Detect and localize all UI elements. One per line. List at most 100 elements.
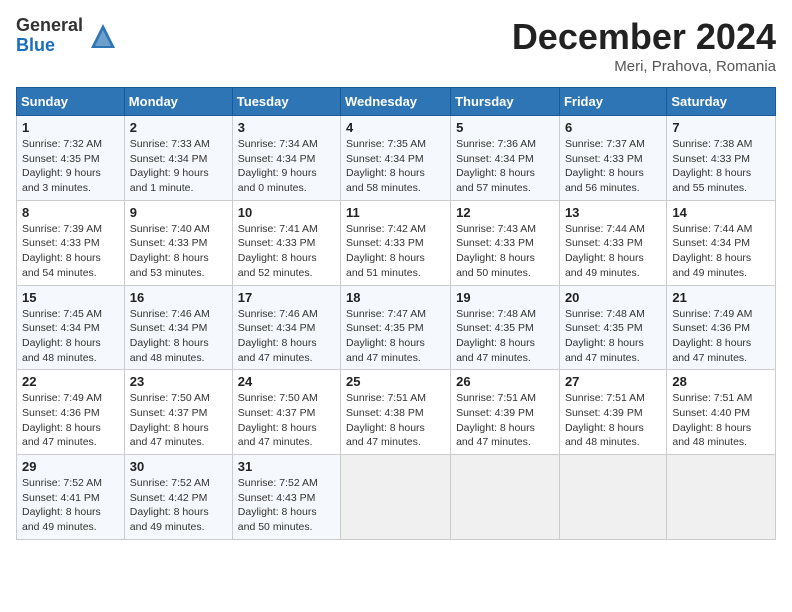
day-info: Sunrise: 7:51 AM Sunset: 4:38 PM Dayligh… [346, 391, 445, 450]
table-row: 19Sunrise: 7:48 AM Sunset: 4:35 PM Dayli… [451, 285, 560, 370]
day-info: Sunrise: 7:37 AM Sunset: 4:33 PM Dayligh… [565, 137, 661, 196]
day-number: 12 [456, 205, 554, 220]
title-section: December 2024 Meri, Prahova, Romania [512, 16, 776, 75]
day-number: 10 [238, 205, 335, 220]
day-number: 17 [238, 290, 335, 305]
table-row [341, 455, 451, 540]
day-info: Sunrise: 7:52 AM Sunset: 4:43 PM Dayligh… [238, 476, 335, 535]
table-row: 16 Sunrise: 7:46 AM Sunset: 4:34 PM Dayli… [124, 285, 232, 370]
table-row: 27 Sunrise: 7:51 AM Sunset: 4:39 PM Dayli… [559, 370, 666, 455]
table-row: 6 Sunrise: 7:37 AM Sunset: 4:33 PM Daylig… [559, 116, 666, 201]
day-number: 2 [130, 120, 227, 135]
table-row: 3 Sunrise: 7:34 AM Sunset: 4:34 PM Daylig… [232, 116, 340, 201]
table-row: 28 Sunrise: 7:51 AM Sunset: 4:40 PM Dayli… [667, 370, 776, 455]
calendar-week-row: 15 Sunrise: 7:45 AM Sunset: 4:34 PM Dayli… [17, 285, 776, 370]
col-sunday: Sunday [17, 88, 125, 116]
table-row: 31 Sunrise: 7:52 AM Sunset: 4:43 PM Dayli… [232, 455, 340, 540]
day-info: Sunrise: 7:52 AM Sunset: 4:42 PM Dayligh… [130, 476, 227, 535]
logo-icon [87, 20, 119, 52]
day-info: Sunrise: 7:51 AM Sunset: 4:39 PM Dayligh… [565, 391, 661, 450]
table-row: 13 Sunrise: 7:44 AM Sunset: 4:33 PM Dayli… [559, 200, 666, 285]
logo-general-text: General [16, 16, 83, 36]
location: Meri, Prahova, Romania [512, 58, 776, 75]
table-row: 9 Sunrise: 7:40 AM Sunset: 4:33 PM Daylig… [124, 200, 232, 285]
day-info: Sunrise: 7:40 AM Sunset: 4:33 PM Dayligh… [130, 222, 227, 281]
day-number: 28 [672, 374, 770, 389]
day-info: Sunrise: 7:48 AM Sunset: 4:35 PM Dayligh… [565, 307, 661, 366]
day-info: Sunrise: 7:45 AM Sunset: 4:34 PM Dayligh… [22, 307, 119, 366]
day-info: Sunrise: 7:49 AM Sunset: 4:36 PM Dayligh… [672, 307, 770, 366]
day-info: Sunrise: 7:46 AM Sunset: 4:34 PM Dayligh… [130, 307, 227, 366]
table-row: 25 Sunrise: 7:51 AM Sunset: 4:38 PM Dayli… [341, 370, 451, 455]
col-thursday: Thursday [451, 88, 560, 116]
table-row: 24 Sunrise: 7:50 AM Sunset: 4:37 PM Dayli… [232, 370, 340, 455]
day-number: 26 [456, 374, 554, 389]
table-row: 5Sunrise: 7:36 AM Sunset: 4:34 PM Daylig… [451, 116, 560, 201]
day-number: 30 [130, 459, 227, 474]
day-number: 9 [130, 205, 227, 220]
day-number: 25 [346, 374, 445, 389]
day-number: 1 [22, 120, 119, 135]
day-number: 7 [672, 120, 770, 135]
table-row: 20 Sunrise: 7:48 AM Sunset: 4:35 PM Dayli… [559, 285, 666, 370]
calendar-week-row: 8Sunrise: 7:39 AM Sunset: 4:33 PM Daylig… [17, 200, 776, 285]
day-info: Sunrise: 7:35 AM Sunset: 4:34 PM Dayligh… [346, 137, 445, 196]
col-tuesday: Tuesday [232, 88, 340, 116]
table-row: 1 Sunrise: 7:32 AM Sunset: 4:35 PM Daylig… [17, 116, 125, 201]
day-info: Sunrise: 7:52 AM Sunset: 4:41 PM Dayligh… [22, 476, 119, 535]
day-info: Sunrise: 7:51 AM Sunset: 4:40 PM Dayligh… [672, 391, 770, 450]
day-number: 22 [22, 374, 119, 389]
table-row: 10Sunrise: 7:41 AM Sunset: 4:33 PM Dayli… [232, 200, 340, 285]
col-friday: Friday [559, 88, 666, 116]
calendar-table: Sunday Monday Tuesday Wednesday Thursday… [16, 87, 776, 540]
day-number: 23 [130, 374, 227, 389]
day-info: Sunrise: 7:51 AM Sunset: 4:39 PM Dayligh… [456, 391, 554, 450]
day-number: 31 [238, 459, 335, 474]
day-number: 27 [565, 374, 661, 389]
month-title: December 2024 [512, 16, 776, 58]
calendar-header-row: Sunday Monday Tuesday Wednesday Thursday… [17, 88, 776, 116]
table-row: 15 Sunrise: 7:45 AM Sunset: 4:34 PM Dayli… [17, 285, 125, 370]
table-row [559, 455, 666, 540]
day-number: 13 [565, 205, 661, 220]
day-info: Sunrise: 7:34 AM Sunset: 4:34 PM Dayligh… [238, 137, 335, 196]
table-row [451, 455, 560, 540]
page-header: General Blue December 2024 Meri, Prahova… [16, 16, 776, 75]
day-info: Sunrise: 7:49 AM Sunset: 4:36 PM Dayligh… [22, 391, 119, 450]
table-row: 22 Sunrise: 7:49 AM Sunset: 4:36 PM Dayli… [17, 370, 125, 455]
day-number: 14 [672, 205, 770, 220]
table-row: 12Sunrise: 7:43 AM Sunset: 4:33 PM Dayli… [451, 200, 560, 285]
day-info: Sunrise: 7:44 AM Sunset: 4:33 PM Dayligh… [565, 222, 661, 281]
day-info: Sunrise: 7:50 AM Sunset: 4:37 PM Dayligh… [238, 391, 335, 450]
day-info: Sunrise: 7:42 AM Sunset: 4:33 PM Dayligh… [346, 222, 445, 281]
day-number: 21 [672, 290, 770, 305]
day-number: 5 [456, 120, 554, 135]
day-number: 20 [565, 290, 661, 305]
table-row: 26 Sunrise: 7:51 AM Sunset: 4:39 PM Dayli… [451, 370, 560, 455]
table-row: 8Sunrise: 7:39 AM Sunset: 4:33 PM Daylig… [17, 200, 125, 285]
calendar-week-row: 22 Sunrise: 7:49 AM Sunset: 4:36 PM Dayli… [17, 370, 776, 455]
table-row: 14 Sunrise: 7:44 AM Sunset: 4:34 PM Dayli… [667, 200, 776, 285]
day-number: 15 [22, 290, 119, 305]
logo-blue-text: Blue [16, 36, 83, 56]
logo: General Blue [16, 16, 119, 56]
table-row: 4Sunrise: 7:35 AM Sunset: 4:34 PM Daylig… [341, 116, 451, 201]
day-number: 6 [565, 120, 661, 135]
day-number: 19 [456, 290, 554, 305]
day-info: Sunrise: 7:38 AM Sunset: 4:33 PM Dayligh… [672, 137, 770, 196]
day-info: Sunrise: 7:47 AM Sunset: 4:35 PM Dayligh… [346, 307, 445, 366]
table-row: 21 Sunrise: 7:49 AM Sunset: 4:36 PM Dayli… [667, 285, 776, 370]
day-number: 3 [238, 120, 335, 135]
day-info: Sunrise: 7:32 AM Sunset: 4:35 PM Dayligh… [22, 137, 119, 196]
table-row: 11Sunrise: 7:42 AM Sunset: 4:33 PM Dayli… [341, 200, 451, 285]
day-info: Sunrise: 7:33 AM Sunset: 4:34 PM Dayligh… [130, 137, 227, 196]
day-number: 16 [130, 290, 227, 305]
table-row: 18Sunrise: 7:47 AM Sunset: 4:35 PM Dayli… [341, 285, 451, 370]
day-info: Sunrise: 7:44 AM Sunset: 4:34 PM Dayligh… [672, 222, 770, 281]
day-info: Sunrise: 7:50 AM Sunset: 4:37 PM Dayligh… [130, 391, 227, 450]
table-row: 2 Sunrise: 7:33 AM Sunset: 4:34 PM Daylig… [124, 116, 232, 201]
day-number: 24 [238, 374, 335, 389]
col-saturday: Saturday [667, 88, 776, 116]
table-row: 29Sunrise: 7:52 AM Sunset: 4:41 PM Dayli… [17, 455, 125, 540]
day-info: Sunrise: 7:39 AM Sunset: 4:33 PM Dayligh… [22, 222, 119, 281]
